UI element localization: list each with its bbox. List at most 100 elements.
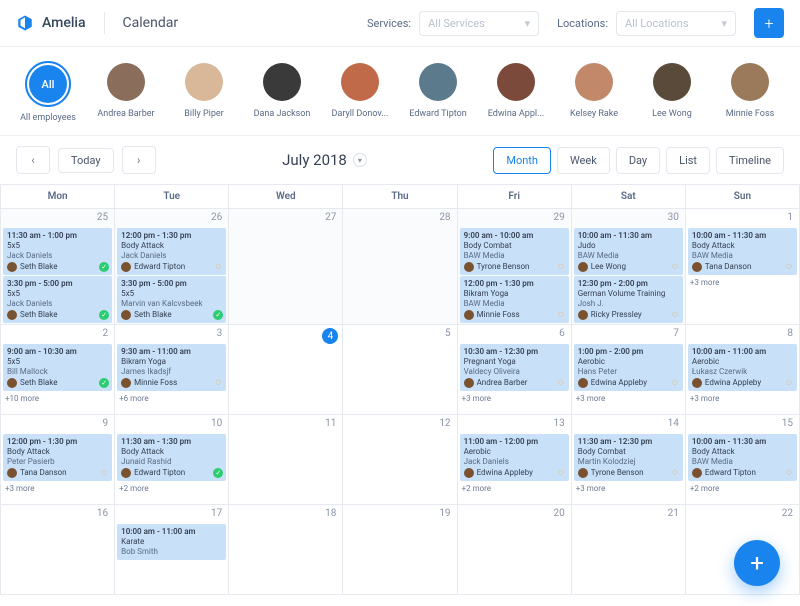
day-cell[interactable]: 21 bbox=[572, 505, 686, 595]
day-cell[interactable]: 18 bbox=[229, 505, 343, 595]
more-link[interactable]: +2 more bbox=[686, 482, 799, 495]
period-label[interactable]: July 2018 ▾ bbox=[164, 151, 486, 169]
more-link[interactable]: +10 more bbox=[1, 392, 114, 405]
logo-icon bbox=[16, 14, 34, 32]
employee-item[interactable]: Billy Piper bbox=[174, 61, 234, 123]
employee-name: Andrea Barber bbox=[96, 109, 156, 119]
day-cell[interactable]: 11 bbox=[229, 415, 343, 505]
more-link[interactable]: +6 more bbox=[115, 392, 228, 405]
calendar-event[interactable]: 1:00 pm - 2:00 pmAerobicHans PeterEdwina… bbox=[574, 344, 683, 391]
employee-item[interactable]: AllAll employees bbox=[18, 61, 78, 123]
avatar bbox=[464, 468, 474, 478]
event-employee: Seth Blake bbox=[20, 310, 58, 320]
day-cell[interactable]: 28 bbox=[343, 209, 457, 325]
day-cell[interactable]: 2612:00 pm - 1:30 pmBody AttackJack Dani… bbox=[115, 209, 229, 325]
calendar-event[interactable]: 9:00 am - 10:00 amBody CombatBAW MediaTy… bbox=[460, 228, 569, 275]
pending-icon: ◌ bbox=[556, 378, 566, 388]
calendar-event[interactable]: 11:00 am - 12:00 pmAerobicJack DanielsEd… bbox=[460, 434, 569, 481]
locations-select[interactable]: All Locations ▾ bbox=[616, 11, 736, 36]
more-link[interactable]: +2 more bbox=[115, 482, 228, 495]
day-cell[interactable]: 2511:30 am - 1:00 pm5x5Jack DanielsSeth … bbox=[1, 209, 115, 325]
employee-item[interactable]: Edwina Appl... bbox=[486, 61, 546, 123]
calendar-event[interactable]: 11:30 am - 12:30 pmBody CombatMartin Kol… bbox=[574, 434, 683, 481]
calendar-event[interactable]: 10:00 am - 11:00 amKarateBob Smith bbox=[117, 524, 226, 560]
day-cell[interactable]: 810:00 am - 11:00 amAerobicŁukasz Czerwi… bbox=[686, 325, 800, 415]
day-cell[interactable]: 29:00 am - 10:30 am5x5Bill MallockSeth B… bbox=[1, 325, 115, 415]
calendar-event[interactable]: 12:00 pm - 1:30 pmBody AttackPeter Pasie… bbox=[3, 434, 112, 481]
calendar-event[interactable]: 9:30 am - 11:00 amBikram YogaJames Ikads… bbox=[117, 344, 226, 391]
more-link[interactable]: +3 more bbox=[572, 392, 685, 405]
more-link[interactable]: +3 more bbox=[686, 276, 799, 289]
day-cell[interactable]: 12 bbox=[343, 415, 457, 505]
calendar-event[interactable]: 10:00 am - 11:30 amBody AttackBAW MediaT… bbox=[688, 228, 797, 275]
day-cell[interactable]: 1311:00 am - 12:00 pmAerobicJack Daniels… bbox=[458, 415, 572, 505]
more-link[interactable]: +3 more bbox=[686, 392, 799, 405]
day-cell[interactable]: 610:30 am - 12:30 pmPregnant YogaValdecy… bbox=[458, 325, 572, 415]
calendar-event[interactable]: 3:30 pm - 5:00 pm5x5Jack DanielsSeth Bla… bbox=[3, 276, 112, 323]
day-cell[interactable]: 39:30 am - 11:00 amBikram YogaJames Ikad… bbox=[115, 325, 229, 415]
fab-add-button[interactable]: + bbox=[734, 540, 780, 586]
event-employee: Seth Blake bbox=[20, 262, 58, 272]
employee-item[interactable]: Edward Tipton bbox=[408, 61, 468, 123]
pending-icon: ◌ bbox=[784, 378, 794, 388]
more-link[interactable]: +2 more bbox=[458, 482, 571, 495]
day-cell[interactable]: 19 bbox=[343, 505, 457, 595]
employee-item[interactable]: Lee Wong bbox=[642, 61, 702, 123]
employee-item[interactable]: Dana Jackson bbox=[252, 61, 312, 123]
day-header: Wed bbox=[229, 185, 343, 209]
day-cell[interactable]: 1411:30 am - 12:30 pmBody CombatMartin K… bbox=[572, 415, 686, 505]
view-week[interactable]: Week bbox=[557, 147, 610, 174]
calendar-event[interactable]: 11:30 am - 1:30 pmBody AttackJunaid Rash… bbox=[117, 434, 226, 481]
avatar bbox=[7, 310, 17, 320]
calendar-event[interactable]: 10:00 am - 11:30 amBody AttackBAW MediaE… bbox=[688, 434, 797, 481]
day-cell[interactable]: 27 bbox=[229, 209, 343, 325]
day-cell[interactable]: 3010:00 am - 11:30 amJudoBAW MediaLee Wo… bbox=[572, 209, 686, 325]
view-timeline[interactable]: Timeline bbox=[716, 147, 784, 174]
day-cell[interactable]: 1510:00 am - 11:30 amBody AttackBAW Medi… bbox=[686, 415, 800, 505]
day-cell[interactable]: 5 bbox=[343, 325, 457, 415]
employee-item[interactable]: Minnie Foss bbox=[720, 61, 780, 123]
day-number: 7 bbox=[673, 328, 679, 339]
calendar-event[interactable]: 9:00 am - 10:30 am5x5Bill MallockSeth Bl… bbox=[3, 344, 112, 391]
day-cell[interactable]: 1011:30 am - 1:30 pmBody AttackJunaid Ra… bbox=[115, 415, 229, 505]
more-link[interactable]: +3 more bbox=[572, 482, 685, 495]
employee-item[interactable]: Kelsey Rake bbox=[564, 61, 624, 123]
employee-item[interactable]: Andrea Barber bbox=[96, 61, 156, 123]
calendar-event[interactable]: 3:30 pm - 5:00 pm5x5Marvin van Kalcvsbee… bbox=[117, 276, 226, 323]
page-title: Calendar bbox=[123, 15, 349, 31]
app-header: Amelia Calendar Services: All Services ▾… bbox=[0, 0, 800, 47]
calendar-event[interactable]: 10:00 am - 11:00 amAerobicŁukasz Czerwik… bbox=[688, 344, 797, 391]
day-cell[interactable]: 20 bbox=[458, 505, 572, 595]
day-header: Sat bbox=[572, 185, 686, 209]
chevron-down-icon: ▾ bbox=[353, 153, 367, 167]
calendar-event[interactable]: 12:00 pm - 1:30 pmBody AttackJack Daniel… bbox=[117, 228, 226, 275]
day-cell[interactable]: 7 1:00 pm - 2:00 pmAerobicHans PeterEdwin… bbox=[572, 325, 686, 415]
add-button[interactable]: + bbox=[754, 8, 784, 38]
calendar-event[interactable]: 10:00 am - 11:30 amJudoBAW MediaLee Wong… bbox=[574, 228, 683, 275]
today-button[interactable]: Today bbox=[58, 148, 114, 173]
day-cell[interactable]: 1710:00 am - 11:00 amKarateBob Smith bbox=[115, 505, 229, 595]
day-cell[interactable]: 16 bbox=[1, 505, 115, 595]
more-link[interactable]: +3 more bbox=[458, 392, 571, 405]
divider bbox=[104, 12, 105, 34]
next-button[interactable]: › bbox=[122, 146, 156, 174]
pending-icon: ◌ bbox=[670, 378, 680, 388]
day-cell[interactable]: 912:00 pm - 1:30 pmBody AttackPeter Pasi… bbox=[1, 415, 115, 505]
view-list[interactable]: List bbox=[666, 147, 710, 174]
avatar bbox=[263, 63, 301, 101]
calendar-event[interactable]: 11:30 am - 1:00 pm5x5Jack DanielsSeth Bl… bbox=[3, 228, 112, 275]
prev-button[interactable]: ‹ bbox=[16, 146, 50, 174]
view-day[interactable]: Day bbox=[616, 147, 660, 174]
calendar-event[interactable]: 12:30 pm - 2:00 pmGerman Volume Training… bbox=[574, 276, 683, 323]
day-cell[interactable]: 4 bbox=[229, 325, 343, 415]
employee-item[interactable]: Daryll Donov... bbox=[330, 61, 390, 123]
event-employee: Edwina Appleby bbox=[705, 378, 761, 388]
more-link[interactable]: +3 more bbox=[1, 482, 114, 495]
day-cell[interactable]: 299:00 am - 10:00 amBody CombatBAW Media… bbox=[458, 209, 572, 325]
event-employee: Edwina Appleby bbox=[591, 378, 647, 388]
calendar-event[interactable]: 10:30 am - 12:30 pmPregnant YogaValdecy … bbox=[460, 344, 569, 391]
view-month[interactable]: Month bbox=[493, 147, 551, 174]
services-select[interactable]: All Services ▾ bbox=[419, 11, 539, 36]
day-cell[interactable]: 110:00 am - 11:30 amBody AttackBAW Media… bbox=[686, 209, 800, 325]
calendar-event[interactable]: 12:00 pm - 1:30 pmBikram YogaBAW MediaMi… bbox=[460, 276, 569, 323]
